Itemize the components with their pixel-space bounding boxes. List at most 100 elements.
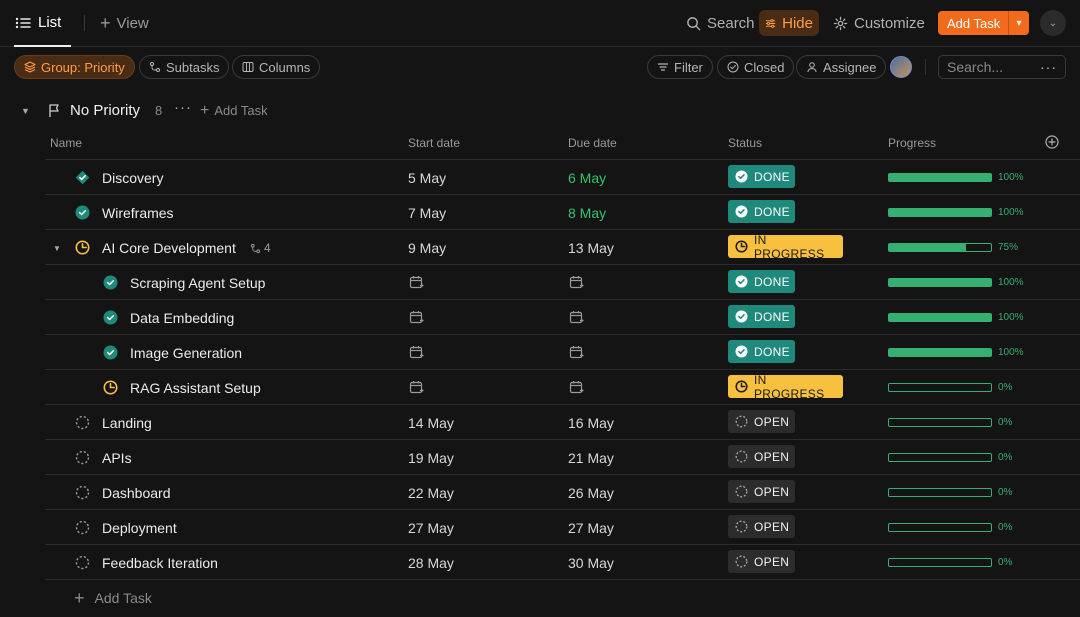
more-icon[interactable]: ··· — [1040, 59, 1057, 75]
due-date[interactable]: 8 May — [568, 205, 606, 221]
table-row[interactable]: Landing 14 May 16 May OPEN 0% — [45, 405, 1080, 440]
due-date[interactable]: 27 May — [568, 520, 614, 536]
task-name[interactable]: Data Embedding — [130, 310, 234, 326]
status-badge[interactable]: OPEN — [728, 410, 795, 433]
start-date[interactable]: 14 May — [408, 415, 454, 431]
add-task-button[interactable]: Add Task ▾ — [938, 11, 1029, 35]
subtask-count[interactable]: 4 — [250, 241, 271, 255]
status-badge[interactable]: DONE — [728, 270, 795, 293]
subtasks-chip[interactable]: Subtasks — [139, 55, 230, 79]
status-badge[interactable]: DONE — [728, 340, 795, 363]
calendar-add-icon[interactable] — [409, 310, 424, 325]
assignee-chip[interactable]: Assignee — [796, 55, 887, 79]
status-badge[interactable]: OPEN — [728, 445, 795, 468]
table-row[interactable]: APIs 19 May 21 May OPEN 0% — [45, 440, 1080, 475]
in-progress-icon[interactable] — [103, 380, 118, 395]
start-date[interactable]: 19 May — [408, 450, 454, 466]
task-name[interactable]: Feedback Iteration — [102, 555, 218, 571]
status-badge[interactable]: OPEN — [728, 515, 795, 538]
task-name[interactable]: Discovery — [102, 170, 163, 186]
chevron-down-icon[interactable]: ▾ — [1008, 11, 1029, 35]
add-task-row-button[interactable]: + Add Task — [74, 589, 152, 607]
task-name[interactable]: Landing — [102, 415, 152, 431]
due-date[interactable]: 26 May — [568, 485, 614, 501]
in-progress-icon[interactable] — [75, 240, 90, 255]
hide-button[interactable]: Hide — [759, 10, 819, 36]
done-icon[interactable] — [103, 275, 118, 290]
column-header-due-date[interactable]: Due date — [568, 136, 617, 150]
start-date[interactable]: 5 May — [408, 170, 446, 186]
start-date[interactable]: 28 May — [408, 555, 454, 571]
calendar-add-icon[interactable] — [569, 310, 584, 325]
open-icon[interactable] — [75, 415, 90, 430]
filter-chip[interactable]: Filter — [647, 55, 713, 79]
task-name[interactable]: Image Generation — [130, 345, 242, 361]
due-date[interactable]: 13 May — [568, 240, 614, 256]
open-icon[interactable] — [75, 450, 90, 465]
start-date[interactable]: 7 May — [408, 205, 446, 221]
column-header-status[interactable]: Status — [728, 136, 762, 150]
due-date[interactable]: 21 May — [568, 450, 614, 466]
status-badge[interactable]: IN PROGRESS — [728, 233, 843, 261]
open-icon[interactable] — [75, 520, 90, 535]
task-name[interactable]: Dashboard — [102, 485, 171, 501]
table-row[interactable]: Feedback Iteration 28 May 30 May OPEN 0% — [45, 545, 1080, 580]
column-header-start-date[interactable]: Start date — [408, 136, 460, 150]
closed-chip[interactable]: Closed — [717, 55, 795, 79]
task-name[interactable]: Scraping Agent Setup — [130, 275, 265, 291]
account-menu-button[interactable]: ⌄ — [1040, 10, 1066, 36]
customize-button[interactable]: Customize — [829, 10, 929, 36]
calendar-add-icon[interactable] — [569, 345, 584, 360]
task-name[interactable]: APIs — [102, 450, 132, 466]
calendar-add-icon[interactable] — [409, 380, 424, 395]
group-add-task-button[interactable]: + Add Task — [200, 103, 268, 119]
columns-chip[interactable]: Columns — [232, 55, 321, 79]
due-date[interactable]: 30 May — [568, 555, 614, 571]
task-name[interactable]: Deployment — [102, 520, 177, 536]
expand-caret-icon[interactable]: ▼ — [53, 244, 61, 253]
task-name[interactable]: RAG Assistant Setup — [130, 380, 261, 396]
group-by-chip[interactable]: Group: Priority — [14, 55, 135, 79]
start-date[interactable]: 27 May — [408, 520, 454, 536]
done-icon[interactable] — [103, 310, 118, 325]
table-row[interactable]: Image Generation DONE 100% — [45, 335, 1080, 370]
column-header-progress[interactable]: Progress — [888, 136, 936, 150]
status-badge[interactable]: DONE — [728, 165, 795, 188]
table-row[interactable]: Discovery 5 May 6 May DONE 100% — [45, 160, 1080, 195]
calendar-add-icon[interactable] — [569, 275, 584, 290]
start-date[interactable]: 22 May — [408, 485, 454, 501]
due-date[interactable]: 16 May — [568, 415, 614, 431]
table-row[interactable]: Scraping Agent Setup DONE 100% — [45, 265, 1080, 300]
calendar-add-icon[interactable] — [569, 380, 584, 395]
search-button[interactable]: Search — [682, 10, 759, 36]
table-row[interactable]: RAG Assistant Setup IN PROGRESS 0% — [45, 370, 1080, 405]
task-name[interactable]: Wireframes — [102, 205, 174, 221]
done-icon[interactable] — [75, 205, 90, 220]
table-row[interactable]: Dashboard 22 May 26 May OPEN 0% — [45, 475, 1080, 510]
table-row[interactable]: Data Embedding DONE 100% — [45, 300, 1080, 335]
table-row[interactable]: Wireframes 7 May 8 May DONE 100% — [45, 195, 1080, 230]
search-input[interactable]: Search... ··· — [938, 55, 1066, 79]
status-badge[interactable]: DONE — [728, 305, 795, 328]
due-date[interactable]: 6 May — [568, 170, 606, 186]
add-column-icon[interactable] — [1045, 135, 1059, 149]
done-diamond-icon[interactable] — [75, 170, 90, 185]
open-icon[interactable] — [75, 555, 90, 570]
table-row[interactable]: ▼ AI Core Development 4 9 May 13 May IN PROGR… — [45, 230, 1080, 265]
status-badge[interactable]: DONE — [728, 200, 795, 223]
done-icon[interactable] — [103, 345, 118, 360]
calendar-add-icon[interactable] — [409, 275, 424, 290]
start-date[interactable]: 9 May — [408, 240, 446, 256]
open-icon[interactable] — [75, 485, 90, 500]
avatar[interactable] — [890, 56, 912, 78]
add-view-button[interactable]: + View — [100, 13, 149, 33]
table-row[interactable]: Deployment 27 May 27 May OPEN 0% — [45, 510, 1080, 545]
task-name[interactable]: AI Core Development — [102, 240, 236, 256]
column-header-name[interactable]: Name — [50, 136, 82, 150]
status-badge[interactable]: IN PROGRESS — [728, 373, 843, 401]
collapse-caret-icon[interactable]: ▼ — [21, 106, 30, 116]
tab-list[interactable]: List — [14, 0, 71, 47]
more-icon[interactable]: ··· — [174, 99, 192, 116]
calendar-add-icon[interactable] — [409, 345, 424, 360]
status-badge[interactable]: OPEN — [728, 550, 795, 573]
